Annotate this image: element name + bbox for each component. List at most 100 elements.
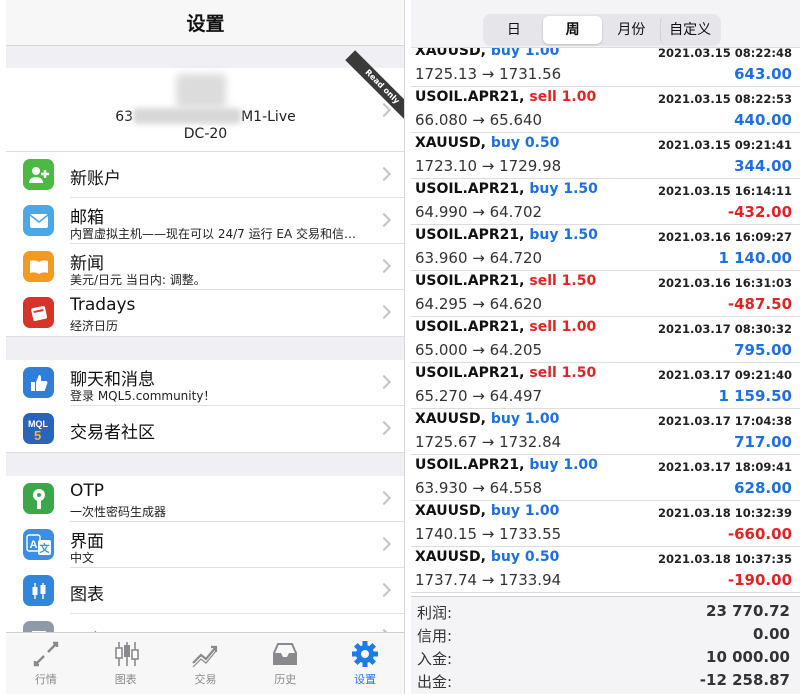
trade-row[interactable]: USOIL.APR21, sell 1.00 2021.03.17 08:30:3…: [411, 317, 800, 363]
trade-side: sell 1.50: [529, 365, 597, 381]
tab-settings[interactable]: 设置: [325, 633, 404, 694]
trade-row[interactable]: USOIL.APR21, sell 1.50 2021.03.16 16:31:0…: [411, 271, 800, 317]
trade-symbol: USOIL.APR21, buy 1.50: [415, 227, 598, 243]
trade-date: 2021.03.16 16:09:27: [658, 230, 792, 244]
trade-price: 65.270 → 64.497: [415, 387, 543, 405]
menu-item-subtitle: 内置虚拟主机——现在可以 24/7 运行 EA 交易和信…: [70, 227, 356, 241]
trade-row[interactable]: USOIL.APR21, buy 1.50 2021.03.16 16:09:27…: [411, 225, 800, 271]
chevron-right-icon: [376, 258, 392, 274]
trade-symbol: USOIL.APR21, buy 1.00: [415, 457, 598, 473]
trade-profit: -432.00: [727, 203, 792, 221]
menu-item-chat[interactable]: 聊天和消息 登录 MQL5.community！: [6, 360, 404, 406]
trade-row[interactable]: USOIL.APR21, buy 1.50 2021.03.15 16:14:11…: [411, 179, 800, 225]
trade-price: 1725.13 → 1731.56: [415, 65, 562, 83]
period-week[interactable]: 周: [542, 16, 602, 44]
menu-item-community[interactable]: MQL 5 交易者社区: [6, 406, 404, 452]
summary-profit: 利润: 23 770.72: [417, 602, 790, 622]
trade-symbol: XAUUSD, buy 1.00: [415, 411, 560, 427]
trade-price: 65.000 → 64.205: [415, 341, 543, 359]
chart-icon: [114, 642, 139, 666]
trade-date: 2021.03.18 10:32:39: [658, 506, 792, 520]
trade-row[interactable]: USOIL.APR21, sell 1.00 2021.03.15 08:22:5…: [411, 87, 800, 133]
menu-item-subtitle: 登录 MQL5.community！: [70, 389, 216, 403]
menu-item-news[interactable]: 新闻 美元/日元 当日内: 调整。: [6, 244, 404, 290]
chevron-right-icon: [376, 536, 392, 552]
trade-date: 2021.03.15 09:21:41: [658, 138, 792, 152]
chevron-right-icon: [376, 582, 392, 598]
mql5-icon: MQL 5: [23, 413, 54, 444]
menu-item-label: Tradays: [70, 295, 136, 315]
trade-profit: 1 140.00: [718, 249, 792, 267]
book-icon: [23, 251, 54, 282]
summary-credit: 信用: 0.00: [417, 625, 790, 645]
menu-item-interface[interactable]: A文 界面 中文: [6, 522, 404, 568]
trade-profit: 795.00: [734, 341, 792, 359]
summary-deposit: 入金: 10 000.00: [417, 648, 790, 668]
tab-label: 设置: [354, 673, 377, 686]
trade-profit: -660.00: [727, 525, 792, 543]
trade-profit: -487.50: [727, 295, 792, 313]
menu-item-otp[interactable]: OTP 一次性密码生成器: [6, 476, 404, 522]
trade-date: 2021.03.15 16:14:11: [658, 184, 792, 198]
trade-date: 2021.03.15 08:22:53: [658, 92, 792, 106]
tab-quotes[interactable]: 行情: [6, 633, 86, 694]
translate-icon: A文: [23, 529, 54, 560]
trade-row[interactable]: XAUUSD, buy 0.50 2021.03.15 09:21:41 1723.…: [411, 133, 800, 179]
thumb-icon: [23, 367, 54, 398]
trade-icon: [192, 645, 218, 668]
trade-side: buy 0.50: [490, 549, 560, 565]
calendar-icon: [23, 297, 54, 328]
chevron-right-icon: [376, 490, 392, 506]
trade-side: buy 0.50: [490, 135, 560, 151]
trade-side: buy 1.50: [529, 181, 598, 197]
trade-date: 2021.03.16 16:31:03: [658, 276, 792, 290]
period-custom[interactable]: 自定义: [660, 16, 719, 44]
tab-history[interactable]: 历史: [245, 633, 325, 694]
trade-profit: 628.00: [734, 479, 792, 497]
trade-row[interactable]: XAUUSD, buy 1.00 2021.03.18 10:32:39 1740.…: [411, 501, 800, 547]
trade-symbol: XAUUSD, buy 0.50: [415, 549, 560, 565]
trade-row[interactable]: XAUUSD, buy 1.00 2021.03.17 17:04:38 1725.…: [411, 409, 800, 455]
trade-symbol: XAUUSD, buy 0.50: [415, 135, 560, 151]
chevron-right-icon: [376, 212, 392, 228]
menu-item-mailbox[interactable]: 邮箱 内置虚拟主机——现在可以 24/7 运行 EA 交易和信…: [6, 198, 404, 244]
trade-profit: 440.00: [734, 111, 792, 129]
tab-trade[interactable]: 交易: [166, 633, 246, 694]
trade-price: 64.990 → 64.702: [415, 203, 543, 221]
trade-row[interactable]: USOIL.APR21, buy 1.00 2021.03.17 18:09:41…: [411, 455, 800, 501]
trade-side: buy 1.00: [529, 457, 598, 473]
trade-row[interactable]: XAUUSD, buy 0.50 2021.03.18 10:37:35 1737.…: [411, 547, 800, 593]
trade-date: 2021.03.15 08:22:48: [658, 46, 792, 60]
menu-item-tradays[interactable]: Tradays 经济日历: [6, 290, 404, 336]
menu-item-label: 交易者社区: [70, 423, 155, 443]
svg-text:文: 文: [39, 542, 50, 555]
tab-label: 历史: [274, 673, 297, 686]
bottom-tab-bar: 行情 图表 交易 历史 设置: [6, 632, 404, 694]
section-gap: [6, 46, 404, 68]
menu-item-charts[interactable]: 图表: [6, 568, 404, 614]
gear-icon: [352, 641, 379, 667]
summary-withdrawal: 出金: -12 258.87: [417, 671, 790, 691]
menu-item-label: 图表: [70, 585, 104, 605]
trade-symbol: USOIL.APR21, sell 1.50: [415, 273, 597, 289]
tab-chart[interactable]: 图表: [86, 633, 166, 694]
trade-side: buy 1.00: [490, 411, 560, 427]
trade-symbol: USOIL.APR21, sell 1.00: [415, 319, 597, 335]
period-month[interactable]: 月份: [602, 16, 661, 44]
trade-date: 2021.03.17 08:30:32: [658, 322, 792, 336]
trade-row[interactable]: USOIL.APR21, sell 1.50 2021.03.17 09:21:4…: [411, 363, 800, 409]
menu-item-new-account[interactable]: 新账户: [6, 152, 404, 198]
trade-symbol: USOIL.APR21, buy 1.50: [415, 181, 598, 197]
quotes-icon: [33, 641, 59, 667]
trade-side: buy 1.00: [490, 503, 560, 519]
history-summary: 利润: 23 770.72 信用: 0.00 入金: 10 000.00 出金: -12…: [411, 596, 800, 694]
period-day[interactable]: 日: [485, 16, 543, 44]
trade-profit: -190.00: [727, 571, 792, 589]
chevron-right-icon: [376, 166, 392, 182]
trade-price: 64.295 → 64.620: [415, 295, 543, 313]
period-segmented-control: 日 周 月份 自定义: [483, 14, 721, 46]
account-card[interactable]: 63 M1-Live DC-20 Read only: [6, 50, 404, 152]
menu-item-subtitle: 中文: [70, 551, 95, 565]
tab-label: 行情: [34, 673, 57, 686]
trade-side: sell 1.00: [529, 89, 597, 105]
